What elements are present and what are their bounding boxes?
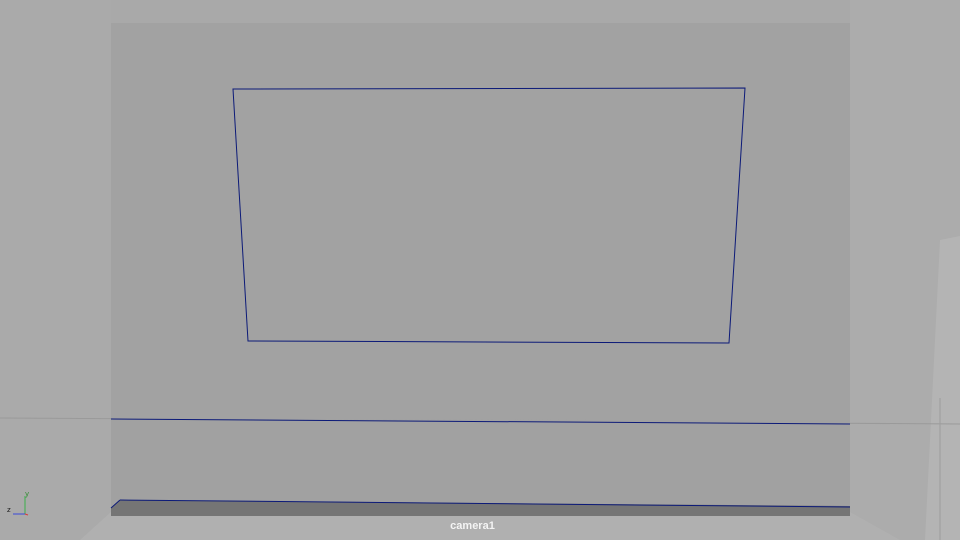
left-wall — [0, 0, 111, 540]
wall-plane — [111, 23, 850, 420]
viewport-scene — [0, 0, 960, 540]
camera-name-label: camera1 — [450, 520, 495, 532]
axis-z-label: z — [7, 506, 11, 514]
maya-viewport[interactable]: z y camera1 — [0, 0, 960, 540]
axis-y-label: y — [25, 490, 30, 498]
